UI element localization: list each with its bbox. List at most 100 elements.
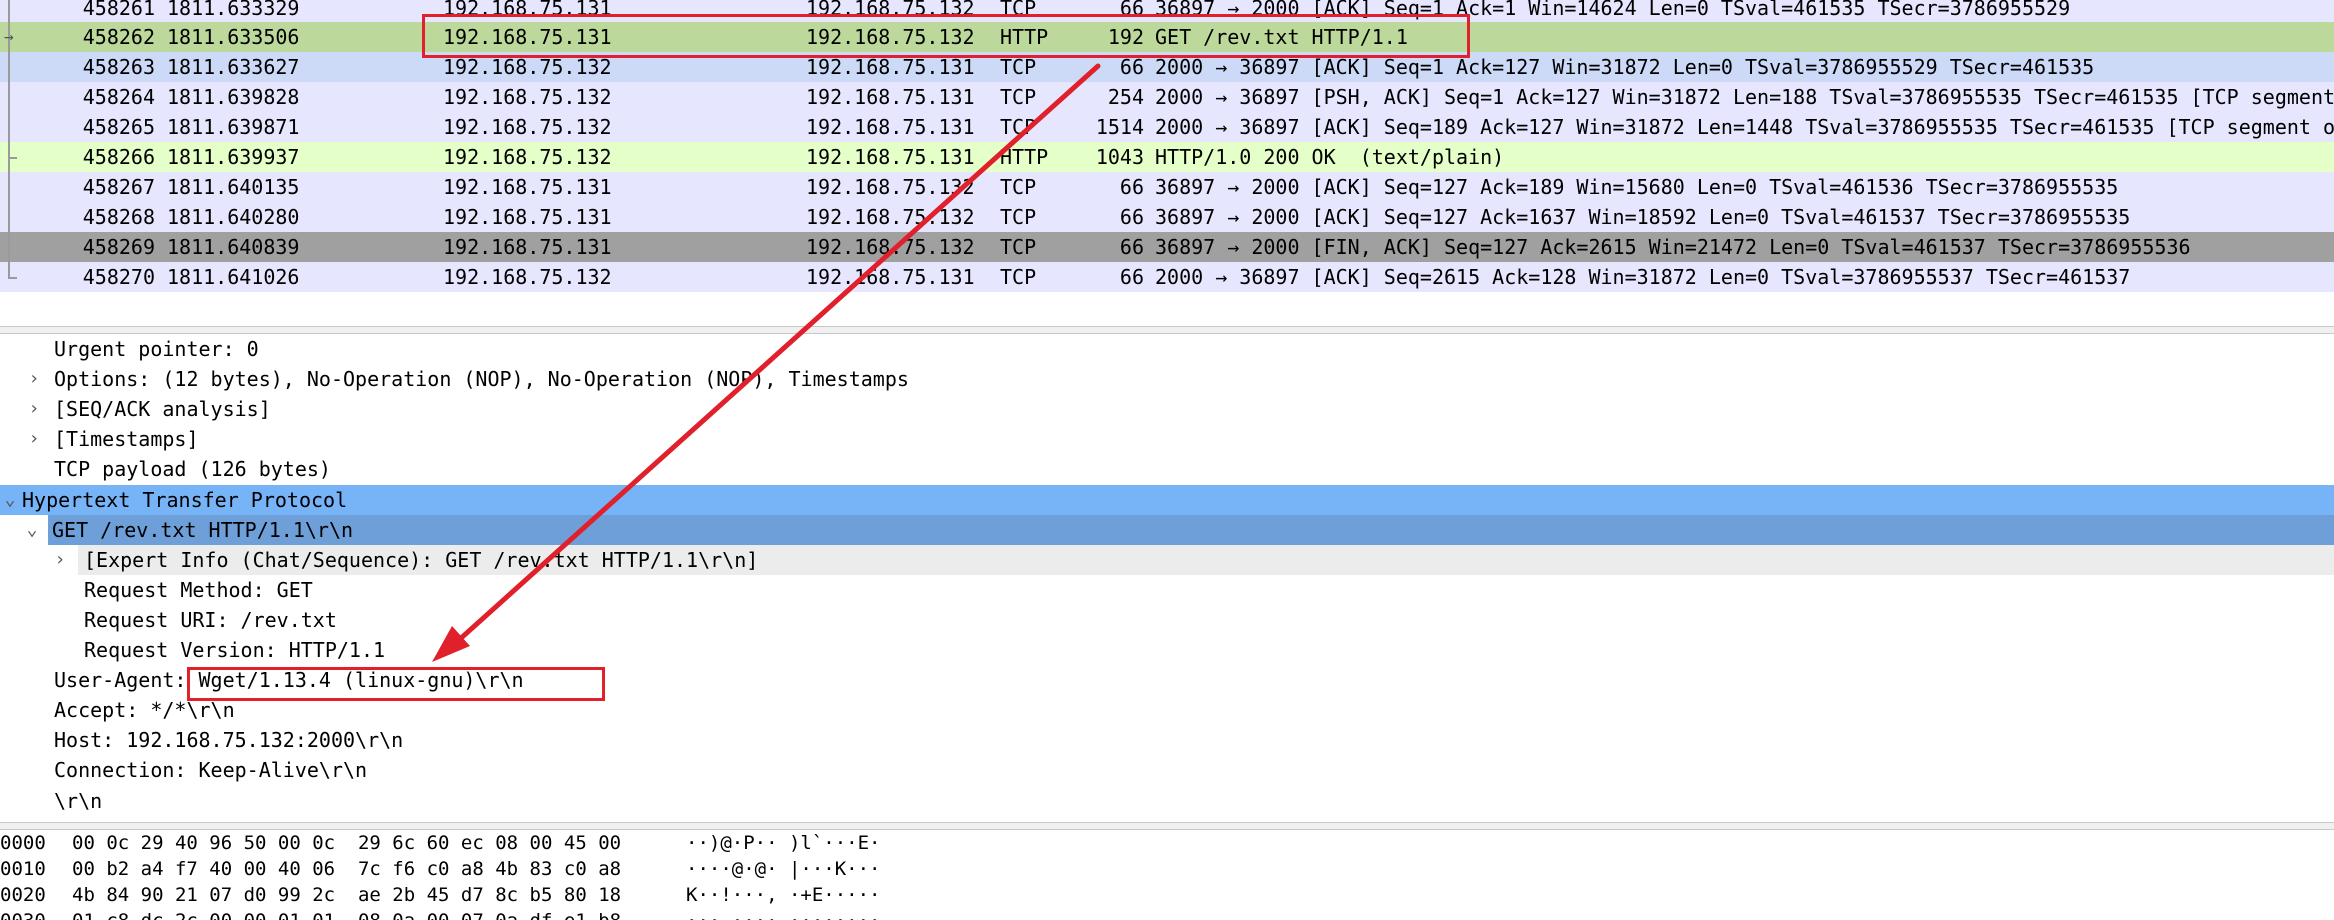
byte-hex: 4b 84 90 21 07 d0 99 2c ae 2b 45 d7 8c b… [72,884,622,906]
detail-text: TCP payload (126 bytes) [54,457,331,482]
packet-protocol: TCP [1000,85,1037,109]
packet-length: 1514 [1095,115,1144,139]
detail-row[interactable]: Request Version: HTTP/1.1 [0,635,2334,665]
packet-number: 458265 [82,115,155,139]
chevron-right-icon[interactable]: › [24,424,44,454]
byte-row[interactable]: 0020 4b 84 90 21 07 d0 99 2c ae 2b 45 d7 … [0,882,2334,908]
detail-row[interactable]: › [SEQ/ACK analysis] [0,394,2334,424]
detail-row[interactable]: \r\n [0,786,2334,816]
detail-row[interactable]: Host: 192.168.75.132:2000\r\n [0,725,2334,755]
packet-source: 192.168.75.132 [443,85,612,109]
byte-row[interactable]: 0000 00 0c 29 40 96 50 00 0c 29 6c 60 ec … [0,830,2334,856]
detail-text: Request URI: /rev.txt [84,607,337,632]
packet-destination: 192.168.75.132 [806,235,975,259]
packet-info: 2000 → 36897 [ACK] Seq=2615 Ack=128 Win=… [1155,265,2131,289]
packet-protocol: TCP [1000,115,1037,139]
detail-text: GET /rev.txt HTTP/1.1\r\n [52,517,354,542]
packet-length: 1043 [1095,145,1144,169]
detail-text: Connection: Keep-Alive\r\n [54,758,368,783]
highlight-box-get-request [422,14,1470,58]
detail-row[interactable]: ⌄ Hypertext Transfer Protocol [0,484,2334,515]
packet-destination: 192.168.75.131 [806,85,975,109]
detail-text: Hypertext Transfer Protocol [22,487,348,512]
detail-text: Host: 192.168.75.132:2000\r\n [54,728,404,753]
packet-length: 66 [1119,265,1144,289]
detail-text: Request Method: GET [84,577,313,602]
packet-info: HTTP/1.0 200 OK (text/plain) [1155,145,1505,169]
packet-time: 1811.640280 [167,205,300,229]
packet-time: 1811.639871 [167,115,300,139]
packet-time: 1811.639828 [167,85,300,109]
detail-text: [Expert Info (Chat/Sequence): GET /rev.t… [84,547,759,572]
packet-number: 458262 [82,25,155,49]
chevron-right-icon[interactable]: › [24,394,44,424]
packet-source: 192.168.75.131 [443,235,612,259]
packet-protocol: TCP [1000,205,1037,229]
chevron-down-icon[interactable]: ⌄ [22,515,42,545]
packet-row[interactable]: 458267 1811.640135 192.168.75.131 192.168.7… [0,172,2334,202]
detail-row[interactable]: Connection: Keep-Alive\r\n [0,755,2334,785]
byte-row[interactable]: 0030 01 c8 dc 2c 00 00 01 01 08 0a 00 07 … [0,908,2334,920]
packet-number: 458264 [82,85,155,109]
packet-row[interactable]: 458269 1811.640839 192.168.75.131 192.168.7… [0,232,2334,262]
byte-offset: 0000 [0,832,46,854]
request-arrow-icon: → [4,27,14,46]
byte-ascii: ···,···· ········ [686,908,880,920]
packet-length: 66 [1119,205,1144,229]
byte-row[interactable]: 0010 00 b2 a4 f7 40 00 40 06 7c f6 c0 a8 … [0,856,2334,882]
highlight-box-user-agent [187,667,605,701]
packet-destination: 192.168.75.132 [806,205,975,229]
packet-row[interactable]: 458264 1811.639828 192.168.75.132 192.168.7… [0,82,2334,112]
packet-row[interactable]: 458270 1811.641026 192.168.75.132 192.168.7… [0,262,2334,292]
packet-source: 192.168.75.131 [443,205,612,229]
detail-text: Options: (12 bytes), No-Operation (NOP),… [54,367,909,392]
packet-row[interactable]: 458265 1811.639871 192.168.75.132 192.168.7… [0,112,2334,142]
detail-text: Request Version: HTTP/1.1 [84,638,386,662]
detail-row[interactable]: Request URI: /rev.txt [0,605,2334,635]
packet-source: 192.168.75.132 [443,145,612,169]
packet-row[interactable]: 458266 1811.639937 192.168.75.132 192.168.7… [0,142,2334,172]
packet-time: 1811.639937 [167,145,300,169]
byte-offset: 0020 [0,884,46,906]
byte-ascii: ····@·@· |···K··· [686,858,881,880]
byte-offset: 0010 [0,858,46,880]
packet-destination: 192.168.75.131 [806,145,975,169]
splitter-top[interactable] [0,326,2334,334]
packet-source: 192.168.75.132 [443,115,612,139]
packet-bytes: 0000 00 0c 29 40 96 50 00 0c 29 6c 60 ec … [0,830,2334,920]
packet-number: 458267 [82,175,155,199]
splitter-bottom[interactable] [0,822,2334,830]
packet-number: 458269 [82,235,155,259]
detail-row[interactable]: › [Timestamps] [0,424,2334,454]
detail-text: \r\n [54,788,103,813]
packet-protocol: TCP [1000,265,1037,289]
detail-row[interactable]: ⌄ GET /rev.txt HTTP/1.1\r\n [27,514,2334,545]
detail-row[interactable]: › [Expert Info (Chat/Sequence): GET /rev.… [55,544,2334,575]
byte-ascii: ··)@·P·· )l`···E· [686,832,881,854]
packet-info: 36897 → 2000 [ACK] Seq=127 Ack=189 Win=1… [1155,175,2119,199]
detail-row[interactable]: › Options: (12 bytes), No-Operation (NOP)… [0,364,2334,394]
packet-time: 1811.633329 [167,0,300,20]
packet-source: 192.168.75.131 [443,175,612,199]
packet-row[interactable]: 458268 1811.640280 192.168.75.131 192.168.7… [0,202,2334,232]
packet-info: 36897 → 2000 [ACK] Seq=127 Ack=1637 Win=… [1155,205,2131,229]
packet-time: 1811.640135 [167,175,300,199]
packet-length: 254 [1107,85,1144,109]
chevron-right-icon[interactable]: › [50,545,70,575]
packet-protocol: TCP [1000,175,1037,199]
detail-row[interactable]: Urgent pointer: 0 [0,334,2334,364]
byte-ascii: K··!···, ·+E····· [686,884,881,906]
chevron-right-icon[interactable]: › [24,364,44,394]
conversation-tick [8,157,17,159]
packet-info: 2000 → 36897 [ACK] Seq=189 Ack=127 Win=3… [1155,115,2334,139]
packet-destination: 192.168.75.131 [806,265,975,289]
packet-info: 36897 → 2000 [FIN, ACK] Seq=127 Ack=2615… [1155,235,2191,259]
detail-row[interactable]: Request Method: GET [0,575,2334,605]
packet-protocol: TCP [1000,235,1037,259]
packet-time: 1811.640839 [167,235,300,259]
packet-details: Urgent pointer: 0 › Options: (12 bytes), N… [0,334,2334,820]
packet-protocol: HTTP [1000,145,1049,169]
detail-row[interactable]: TCP payload (126 bytes) [0,454,2334,484]
chevron-down-icon[interactable]: ⌄ [0,485,20,515]
byte-hex: 01 c8 dc 2c 00 00 01 01 08 0a 00 07 0a d… [72,908,621,920]
